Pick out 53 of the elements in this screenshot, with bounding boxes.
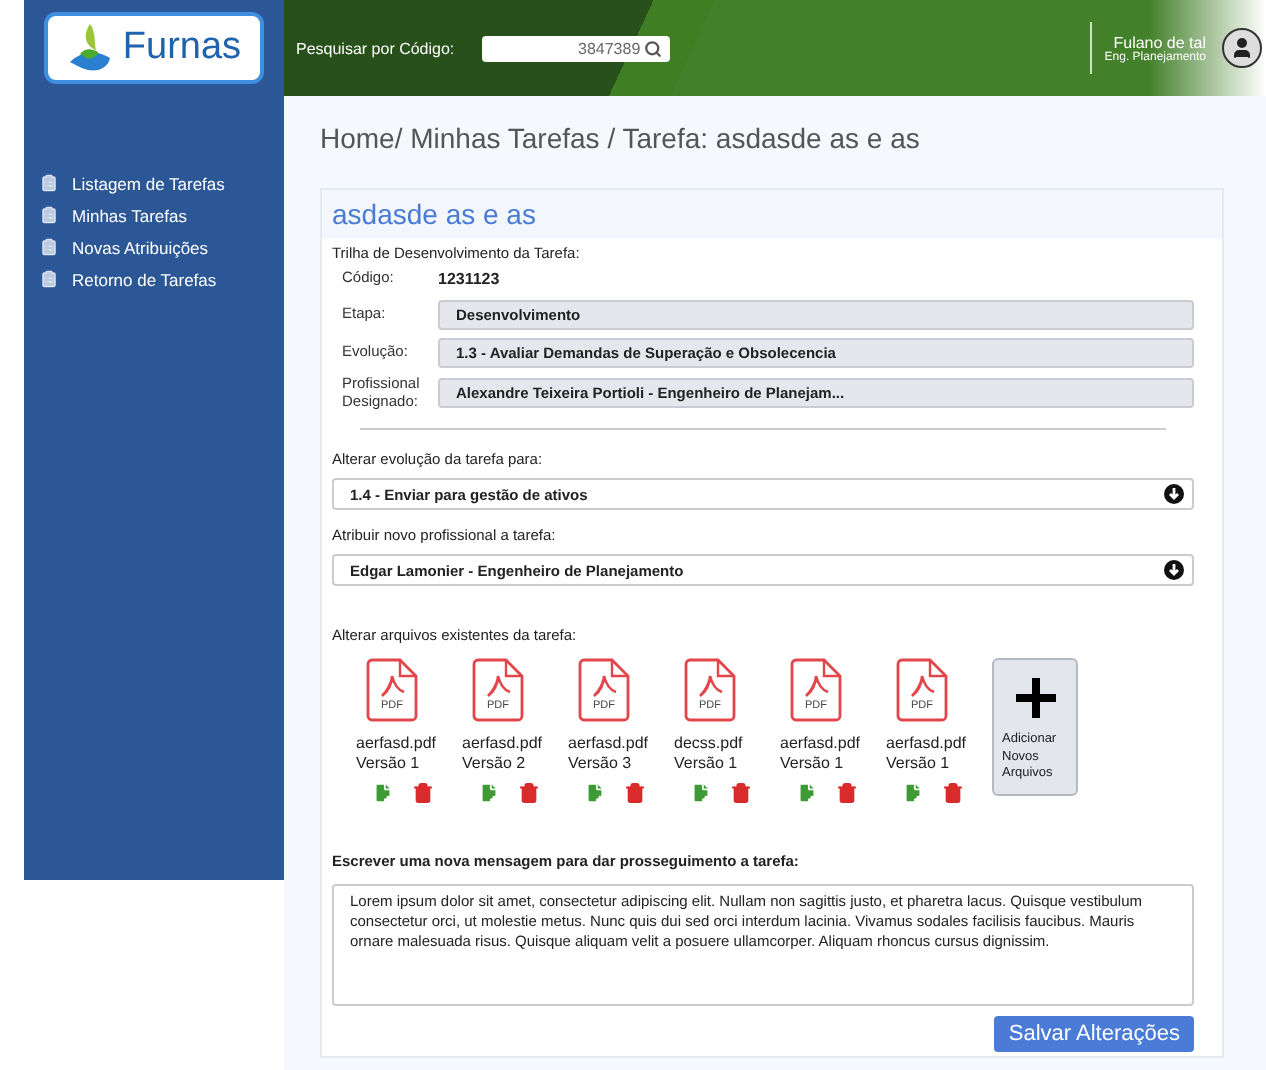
- logo[interactable]: Furnas: [44, 12, 264, 84]
- trash-icon[interactable]: [836, 782, 858, 805]
- add-file-icon[interactable]: [584, 782, 606, 805]
- avatar-icon[interactable]: [1222, 28, 1262, 68]
- sidebar-item[interactable]: Novas Atribuições: [24, 232, 284, 262]
- search-label: Pesquisar por Código:: [296, 39, 455, 57]
- pdf-file-icon: [472, 658, 524, 723]
- file-name: aerfasd.pdf: [886, 734, 967, 754]
- trash-icon[interactable]: [730, 782, 752, 805]
- file-version: Versão 1: [674, 753, 738, 773]
- dropdown-icon: [1164, 484, 1184, 505]
- dropdown-icon: [1164, 560, 1184, 581]
- sidebar-item[interactable]: Minhas Tarefas: [24, 200, 284, 230]
- trash-icon[interactable]: [942, 782, 964, 805]
- trash-icon[interactable]: [412, 782, 434, 805]
- task-code: 1231123: [438, 270, 500, 288]
- file-name: decss.pdf: [674, 734, 743, 754]
- pdf-file-icon: [684, 658, 736, 723]
- sidebar-item[interactable]: Listagem de Tarefas: [24, 168, 284, 198]
- trash-icon[interactable]: [624, 782, 646, 805]
- clipboard-icon: [40, 206, 58, 224]
- add-file-icon[interactable]: [690, 782, 712, 805]
- file-name: aerfasd.pdf: [462, 734, 543, 754]
- file-version: Versão 1: [780, 753, 844, 773]
- pdf-file-icon: [366, 658, 418, 723]
- file-version: Versão 1: [356, 753, 420, 773]
- file-version: Versão 3: [568, 753, 632, 773]
- pdf-file-icon: [790, 658, 842, 723]
- file-name: aerfasd.pdf: [780, 734, 861, 754]
- pdf-file-icon: [578, 658, 630, 723]
- add-file-icon[interactable]: [478, 782, 500, 805]
- file-name: aerfasd.pdf: [568, 734, 649, 754]
- plus-icon: [1013, 676, 1057, 721]
- search-field[interactable]: 3847389: [482, 35, 671, 61]
- breadcrumb: Home/ Minhas Tarefas / Tarefa: asdasde as e as: [318, 120, 922, 158]
- add-file-icon[interactable]: [902, 782, 924, 805]
- add-file-icon[interactable]: [372, 782, 394, 805]
- clipboard-icon: [40, 270, 58, 288]
- clipboard-icon: [40, 174, 58, 192]
- task-title: asdasde as e as: [332, 198, 536, 230]
- logo-text: Furnas: [122, 26, 242, 70]
- trash-icon[interactable]: [518, 782, 540, 805]
- search-icon: [644, 39, 663, 57]
- logo-icon: [66, 22, 115, 74]
- file-version: Versão 1: [886, 753, 950, 773]
- add-file-icon[interactable]: [796, 782, 818, 805]
- sidebar-item[interactable]: Retorno de Tarefas: [24, 264, 284, 294]
- pdf-file-icon: [896, 658, 948, 723]
- file-version: Versão 2: [462, 753, 526, 773]
- clipboard-icon: [40, 238, 58, 256]
- user-name: Fulano de tal: [1113, 33, 1206, 51]
- file-name: aerfasd.pdf: [356, 734, 437, 754]
- save-button[interactable]: Salvar Alterações: [994, 1016, 1194, 1053]
